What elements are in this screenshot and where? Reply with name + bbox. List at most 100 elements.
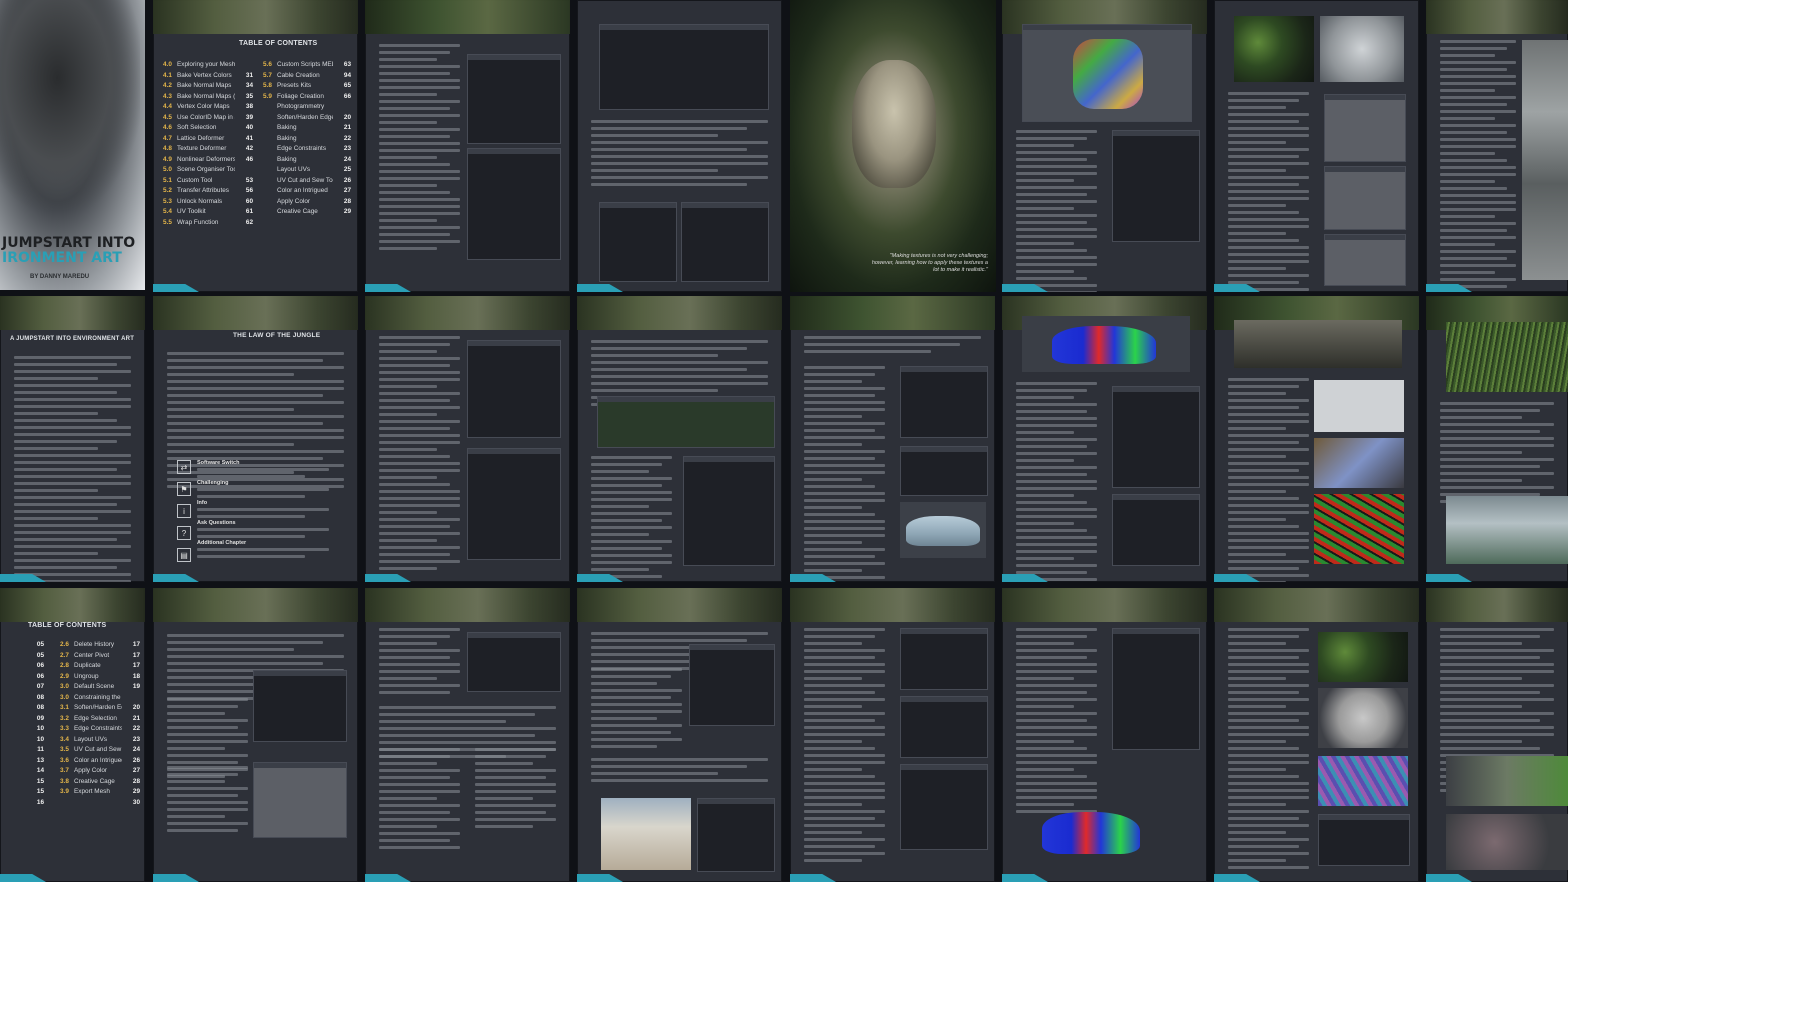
- toc-row[interactable]: Soften/Harden Edges 20: [263, 113, 351, 124]
- page-cleanup: [577, 0, 782, 292]
- toc-row[interactable]: 3.4 Layout UVs 23: [60, 735, 140, 746]
- toc-row[interactable]: Apply Color 28: [263, 197, 351, 208]
- toc-row[interactable]: 4.7 Lattice Deformer 41: [163, 134, 253, 145]
- toc-row[interactable]: 14: [4, 766, 44, 777]
- toc-row[interactable]: 08: [4, 693, 44, 704]
- toc-row[interactable]: 3.1Soften/Harden Edges20: [60, 703, 140, 714]
- page-optimize: [577, 296, 782, 582]
- toc-row[interactable]: 10: [4, 735, 44, 746]
- toc-row[interactable]: 16: [4, 798, 44, 809]
- toc-row[interactable]: 5.0 Scene Organiser Tool: [163, 165, 253, 176]
- screenshot: [900, 366, 988, 438]
- page-law-of-jungle: THE LAW OF THE JUNGLE ⇄ ⚑ i ? ▤ Software…: [153, 296, 358, 582]
- screenshot: [900, 764, 988, 850]
- toc-row[interactable]: 15: [4, 787, 44, 798]
- toc-row[interactable]: 07: [4, 682, 44, 693]
- toc-row[interactable]: 11: [4, 745, 44, 756]
- toc-row[interactable]: 10: [4, 724, 44, 735]
- toc-row[interactable]: 5.5 Wrap Function 62: [163, 218, 253, 229]
- toc-row[interactable]: 3.8 Creative Cage 28: [60, 777, 140, 788]
- toc-row[interactable]: 4.8 Texture Deformer 42: [163, 144, 253, 155]
- toc-row[interactable]: 4.5Use ColorID Map in Substance39: [163, 113, 253, 124]
- toc-row[interactable]: 2.9 Ungroup 18: [60, 672, 140, 683]
- page-banner: [153, 296, 358, 330]
- book-cover: JUMPSTART INTO IRONMENT ART BY DANNY MAR…: [0, 0, 145, 290]
- toc-row[interactable]: 3.2 Edge Selection 21: [60, 714, 140, 725]
- page-maya-setup: [153, 588, 358, 882]
- toc-row[interactable]: Baking 21: [263, 123, 351, 134]
- toc-row[interactable]: Baking 22: [263, 134, 351, 145]
- toc-row[interactable]: 3.5UV Cut and Sew Tool24: [60, 745, 140, 756]
- toc-row[interactable]: 5.8 Presets Kits 65: [263, 81, 351, 92]
- toc-heading: TABLE OF CONTENTS: [28, 622, 107, 629]
- toc-row[interactable]: 4.2 Bake Normal Maps 34: [163, 81, 253, 92]
- toc-row[interactable]: 2.6 Delete History 17: [60, 640, 140, 651]
- toc-row[interactable]: 09: [4, 714, 44, 725]
- page-title: A JUMPSTART INTO ENVIRONMENT ART: [10, 336, 135, 342]
- toc-row[interactable]: UV Cut and Sew Tool 26: [263, 176, 351, 187]
- toc-row[interactable]: 5.3 Unlock Normals 60: [163, 197, 253, 208]
- toc-row[interactable]: 5.1 Custom Tool 53: [163, 176, 253, 187]
- car-render-frame: [1038, 802, 1148, 862]
- toc-row[interactable]: 5.7 Cable Creation 94: [263, 71, 351, 82]
- house-photo: [601, 798, 691, 870]
- screenshot: [1324, 234, 1406, 286]
- buddha-face: [852, 60, 936, 188]
- cover-title: JUMPSTART INTO IRONMENT ART: [0, 236, 145, 266]
- toc-row[interactable]: 13: [4, 756, 44, 767]
- page-transfer-attributes: [1426, 0, 1568, 292]
- toc-row[interactable]: 4.9 Nonlinear Deformers 46: [163, 155, 253, 166]
- grass-render: [1446, 322, 1568, 392]
- toc-row[interactable]: 5.2 Transfer Attributes 56: [163, 186, 253, 197]
- toc-row[interactable]: 5.9 Foliage Creation 66: [263, 92, 351, 103]
- toc-row[interactable]: Color an Intrigued 27: [263, 186, 351, 197]
- toc-row[interactable]: 4.4 Vertex Color Maps 38: [163, 102, 253, 113]
- toc-row[interactable]: 2.7 Center Pivot 17: [60, 651, 140, 662]
- toc-row[interactable]: 06: [4, 661, 44, 672]
- page-plugins: [365, 0, 570, 292]
- toc-row[interactable]: 4.1 Bake Vertex Colors 31: [163, 71, 253, 82]
- toc-row[interactable]: Edge Constraints 23: [263, 144, 351, 155]
- toc-row[interactable]: 5.6 Custom Scripts MEL 63: [263, 60, 351, 71]
- toc-row[interactable]: 30: [60, 798, 140, 809]
- toc-row[interactable]: 15: [4, 777, 44, 788]
- screenshot: [467, 54, 561, 144]
- toc-row[interactable]: 3.6 Color an Intrigued 26: [60, 756, 140, 767]
- toc-row[interactable]: 3.0 Default Scene 19: [60, 682, 140, 693]
- screenshot: [1022, 24, 1192, 122]
- page-banner: [1426, 0, 1568, 34]
- uv-colored-mesh: [1073, 39, 1143, 109]
- additional-chapter-icon: ▤: [177, 548, 191, 562]
- toc-row[interactable]: Photogrammetry: [263, 102, 351, 113]
- cover-author: BY DANNY MAREDU: [30, 274, 90, 280]
- screenshot: [900, 446, 988, 496]
- page-uv-cut: [790, 588, 995, 882]
- toc-row[interactable]: Creative Cage 29: [263, 207, 351, 218]
- toc-row[interactable]: 3.7 Apply Color 27: [60, 766, 140, 777]
- screenshot: [900, 696, 988, 758]
- page-apply-color: [1002, 588, 1207, 882]
- page-uv-tools: [1002, 0, 1207, 292]
- toc-row[interactable]: 08: [4, 703, 44, 714]
- toc-row[interactable]: Baking 24: [263, 155, 351, 166]
- toc-row[interactable]: 3.0Constraining the Edges: [60, 693, 140, 704]
- foliage-render: [1234, 16, 1314, 82]
- screenshot: [597, 396, 775, 448]
- toc-row[interactable]: 4.6 Soft Selection 40: [163, 123, 253, 134]
- toc-row[interactable]: 05: [4, 640, 44, 651]
- toc-row[interactable]: 3.9 Export Mesh 29: [60, 787, 140, 798]
- toc-row[interactable]: 4.0 Exploring your Mesh: [163, 60, 253, 71]
- sphere-render: [1318, 688, 1408, 748]
- page-toc-2: TABLE OF CONTENTS 05 05 06 06 07 08 08 0…: [0, 588, 145, 882]
- page-title: THE LAW OF THE JUNGLE: [233, 332, 321, 339]
- toc-row[interactable]: 5.4 UV Toolkit 61: [163, 207, 253, 218]
- toc-row[interactable]: 3.3 Edge Constraints 22: [60, 724, 140, 735]
- page-banner: [577, 296, 782, 330]
- law-items: Software Switch Challenging Info Ask Que…: [197, 460, 347, 560]
- toc-row[interactable]: 4.3Bake Normal Maps (cont.)35: [163, 92, 253, 103]
- toc-row[interactable]: Layout UVs 25: [263, 165, 351, 176]
- toc-row[interactable]: 2.8 Duplicate 17: [60, 661, 140, 672]
- toc-row[interactable]: 05: [4, 651, 44, 662]
- page-color-id: [1002, 296, 1207, 582]
- toc-row[interactable]: 06: [4, 672, 44, 683]
